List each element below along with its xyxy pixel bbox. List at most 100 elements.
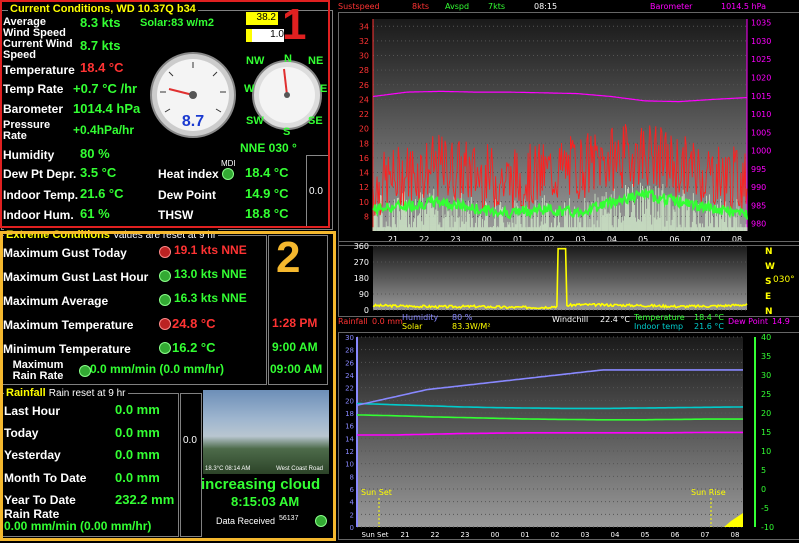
y-left-tick: 26 — [359, 81, 369, 90]
y-right-tick: 0 — [761, 485, 766, 494]
y-right-tick: 1030 — [751, 37, 771, 46]
y-right-tick: 15 — [761, 428, 771, 437]
temperature-humidity-chart: 024681012141618202224262830-10-505101520… — [338, 332, 799, 540]
x-tick: Sun Set — [361, 531, 388, 539]
y-left-tick: 26 — [345, 359, 354, 367]
y-left-tick: 12 — [345, 448, 354, 456]
y-right-tick: 35 — [761, 352, 771, 361]
y-left-tick: 28 — [345, 347, 354, 355]
y-right-tick: 980 — [751, 220, 766, 229]
y-left-tick: 18 — [359, 139, 369, 148]
hdr-time: 08:15 — [534, 2, 558, 11]
y-tick: 270 — [354, 258, 369, 267]
hdr-windchill-val: 22.4 °C — [600, 315, 630, 324]
y-tick: 90 — [359, 290, 369, 299]
annotation-box-1 — [0, 0, 330, 228]
y-right-tick: 30 — [761, 371, 771, 380]
x-tick: 05 — [641, 531, 650, 539]
y-right-tick: 40 — [761, 333, 771, 342]
hdr-windchill: Windchill — [552, 315, 589, 324]
y-right-tick: 20 — [761, 409, 771, 418]
y-left-tick: 34 — [359, 22, 369, 31]
y-left-tick: 14 — [359, 169, 369, 178]
direction-label: N — [765, 247, 773, 257]
x-tick: 23 — [461, 531, 470, 539]
y-left-tick: 12 — [359, 183, 369, 192]
hdr-baro-val: 1014.5 hPa — [721, 2, 766, 11]
hdr-avg-val: 7kts — [488, 2, 506, 11]
y-left-tick: 4 — [350, 499, 355, 507]
hdr-indoor-val: 21.6 °C — [694, 322, 724, 331]
hdr-sustspeed: Sustspeed — [338, 2, 380, 11]
y-right-tick: 1000 — [751, 147, 771, 156]
hdr-temperature-val: 18.4 °C — [694, 313, 724, 322]
y-left-tick: 2 — [350, 511, 354, 519]
direction-label: E — [765, 292, 771, 302]
y-left-tick: 24 — [345, 372, 354, 380]
y-left-tick: 24 — [359, 95, 369, 104]
y-left-tick: 30 — [345, 334, 354, 342]
x-tick: 07 — [701, 531, 710, 539]
x-tick: 02 — [551, 531, 560, 539]
hdr-dewpoint: Dew Point — [728, 317, 769, 326]
top-chart-header: Sustspeed 8kts Avspd 7kts 08:15 Baromete… — [338, 2, 798, 12]
y-tick: 360 — [354, 242, 369, 251]
hdr-temperature: Temperature — [634, 313, 685, 322]
y-left-tick: 28 — [359, 66, 369, 75]
y-tick: 180 — [354, 274, 369, 283]
hdr-solar-val: 83.3W/M² — [452, 322, 491, 331]
x-tick: 04 — [611, 531, 620, 539]
y-left-tick: 20 — [345, 397, 354, 405]
hdr-dewpoint-val: 14.9 — [772, 317, 790, 326]
hdr-rain-val: 0.0 mm — [372, 317, 403, 326]
y-left-tick: 32 — [359, 37, 369, 46]
y-right-tick: 1010 — [751, 110, 771, 119]
hdr-rainfall: Rainfall — [338, 317, 368, 326]
y-left-tick: 16 — [345, 423, 354, 431]
direction-label: W — [765, 262, 775, 272]
wind-direction-chart: 090180270360NWSEN030° — [338, 241, 799, 317]
direction-label: S — [765, 277, 771, 287]
y-right-tick: 1005 — [751, 128, 771, 137]
x-tick: 00 — [491, 531, 500, 539]
sunrise-label: Sun Rise — [691, 488, 726, 497]
annotation-label-1: 1 — [282, 0, 307, 49]
y-left-tick: 8 — [350, 473, 354, 481]
x-tick: 01 — [521, 531, 530, 539]
x-tick: 21 — [401, 531, 410, 539]
y-left-tick: 22 — [345, 385, 354, 393]
y-right-tick: -5 — [761, 504, 769, 513]
y-left-tick: 14 — [345, 435, 354, 443]
sunset-label: Sun Set — [361, 488, 392, 497]
y-right-tick: 1025 — [751, 55, 771, 64]
y-right-tick: 1015 — [751, 92, 771, 101]
y-left-tick: 20 — [359, 125, 369, 134]
y-right-tick: 10 — [761, 447, 771, 456]
y-left-tick: 30 — [359, 52, 369, 61]
y-right-tick: 1035 — [751, 19, 771, 28]
x-tick: 22 — [431, 531, 440, 539]
y-right-tick: 1020 — [751, 73, 771, 82]
y-right-tick: 990 — [751, 183, 766, 192]
hdr-wind-val: 8kts — [412, 2, 430, 11]
x-tick: 06 — [671, 531, 680, 539]
y-left-tick: 6 — [350, 486, 355, 494]
y-left-tick: 10 — [359, 198, 369, 207]
annotation-label-2: 2 — [276, 233, 301, 282]
y-right-tick: 985 — [751, 201, 766, 210]
direction-value: 030° — [773, 275, 795, 285]
hdr-humidity: Humidity — [402, 313, 439, 322]
y-left-tick: 18 — [345, 410, 354, 418]
hdr-humidity-val: 80 % — [452, 313, 473, 322]
wind-barometer-chart: 8 10 12 14 16 18 20 22 24 26 28 30 32 34 980 985 990 995 1… — [338, 12, 799, 246]
y-left-tick: 16 — [359, 154, 369, 163]
x-tick: 08 — [731, 531, 740, 539]
y-left-tick: 8 — [364, 212, 369, 221]
hdr-indoor: Indoor temp — [634, 322, 684, 331]
y-right-tick: 25 — [761, 390, 771, 399]
y-right-tick: -10 — [761, 523, 774, 532]
bottom-chart-header: Rainfall 0.0 mm Humidity 80 % Solar 83.3… — [338, 313, 798, 333]
y-left-tick: 22 — [359, 110, 369, 119]
hdr-avspd: Avspd — [445, 2, 470, 11]
y-right-tick: 995 — [751, 165, 766, 174]
